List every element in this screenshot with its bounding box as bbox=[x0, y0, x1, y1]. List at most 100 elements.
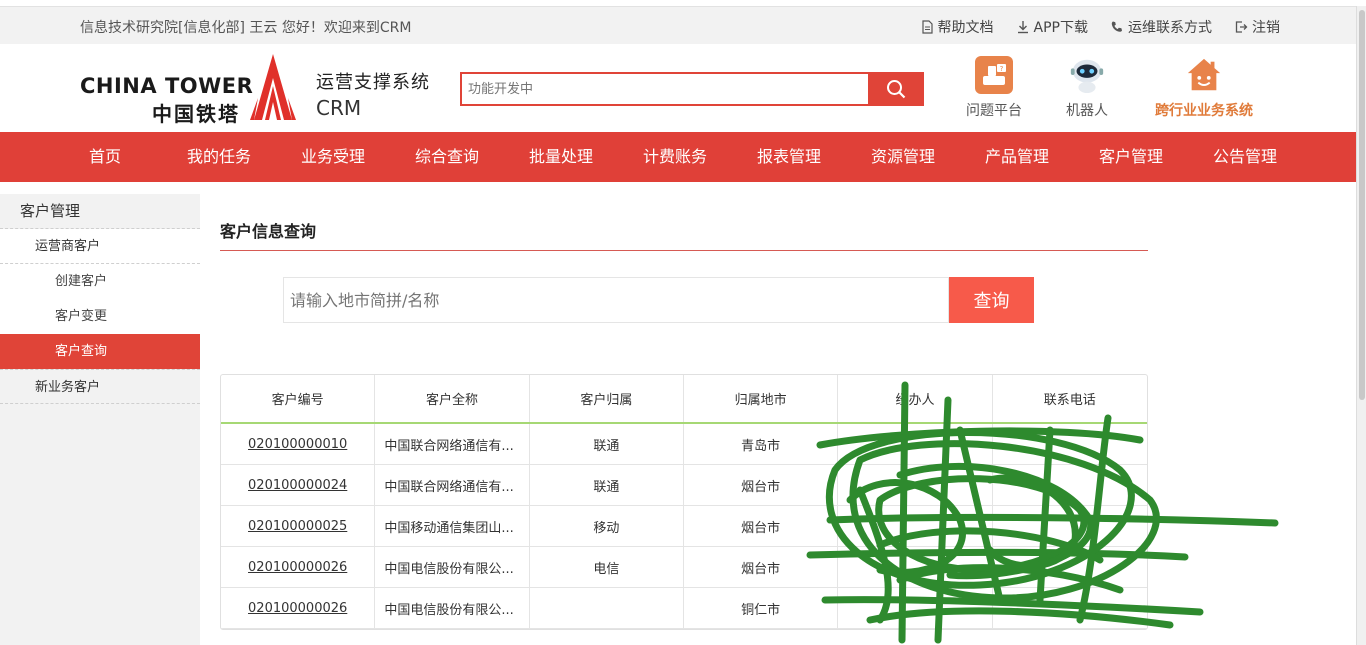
table-row: 020100000026 中国电信股份有限公... 电信 烟台市 bbox=[221, 547, 1147, 588]
nav-resources[interactable]: 资源管理 bbox=[846, 132, 960, 182]
customer-owner-cell bbox=[530, 588, 685, 628]
sidebar-item-create-customer[interactable]: 创建客户 bbox=[0, 264, 200, 299]
top-info-bar: 信息技术研究院[信息化部] 王云 您好！欢迎来到CRM 帮助文档 APP下载 运… bbox=[0, 6, 1356, 44]
document-icon bbox=[921, 20, 933, 34]
customer-id-link[interactable]: 020100000026 bbox=[248, 601, 347, 616]
header-phone: 联系电话 bbox=[1043, 393, 1096, 408]
nav-my-tasks[interactable]: 我的任务 bbox=[162, 132, 276, 182]
handler-cell bbox=[838, 588, 993, 628]
table-row: 020100000010 中国联合网络通信有... 联通 青岛市 bbox=[221, 424, 1147, 465]
customer-owner-cell: 联通 bbox=[530, 465, 685, 505]
phone-icon bbox=[1111, 21, 1122, 32]
customer-owner-cell: 联通 bbox=[530, 424, 685, 464]
sidebar-item-customer-query[interactable]: 客户查询 bbox=[0, 334, 200, 369]
city-cell: 青岛市 bbox=[684, 424, 839, 464]
china-tower-logo-icon bbox=[250, 54, 296, 120]
customer-id-cell: 020100000024 bbox=[221, 465, 376, 505]
scrollbar-thumb[interactable] bbox=[1359, 10, 1365, 400]
ops-contact-label: 运维联系方式 bbox=[1128, 20, 1212, 36]
cross-industry-link[interactable]: 跨行业业务系统 bbox=[1155, 56, 1253, 120]
search-icon bbox=[887, 80, 906, 99]
header-city: 归属地市 bbox=[684, 375, 839, 422]
function-search bbox=[460, 72, 924, 106]
customer-id-cell: 020100000010 bbox=[221, 424, 376, 464]
nav-business-acceptance[interactable]: 业务受理 bbox=[276, 132, 390, 182]
query-button[interactable]: 查询 bbox=[949, 277, 1034, 323]
logo-english: CHINA TOWER bbox=[80, 74, 254, 98]
customer-name-cell: 中国联合网络通信有... bbox=[375, 424, 530, 464]
customer-id-link[interactable]: 020100000025 bbox=[248, 519, 347, 534]
title-divider bbox=[220, 250, 1148, 251]
system-name: 运营支撑系统 bbox=[316, 72, 430, 93]
logout-link[interactable]: 注销 bbox=[1234, 17, 1280, 37]
logo-chinese: 中国铁塔 bbox=[152, 102, 240, 126]
handler-cell bbox=[838, 506, 993, 546]
nav-home[interactable]: 首页 bbox=[48, 132, 162, 182]
table-header: 客户编号 客户全称 客户归属 归属地市 经办人 联系电话 bbox=[221, 375, 1147, 424]
sidebar-item-customer-change[interactable]: 客户变更 bbox=[0, 299, 200, 334]
app-download-label: APP下载 bbox=[1033, 20, 1088, 36]
app-download-link[interactable]: APP下载 bbox=[1016, 17, 1088, 37]
ops-contact-link[interactable]: 运维联系方式 bbox=[1110, 17, 1212, 37]
nav-billing[interactable]: 计费账务 bbox=[618, 132, 732, 182]
function-search-input[interactable] bbox=[460, 72, 868, 106]
system-subtitle: CRM bbox=[316, 96, 362, 120]
logout-icon bbox=[1235, 21, 1248, 33]
vertical-scrollbar[interactable] bbox=[1356, 6, 1366, 645]
sidebar-title[interactable]: 客户管理 bbox=[0, 194, 200, 229]
nav-products[interactable]: 产品管理 bbox=[960, 132, 1074, 182]
phone-cell bbox=[993, 424, 1147, 464]
handler-cell bbox=[838, 465, 993, 505]
help-docs-link[interactable]: 帮助文档 bbox=[920, 17, 994, 37]
house-face-icon bbox=[1185, 56, 1223, 94]
phone-cell bbox=[993, 465, 1147, 505]
city-cell: 烟台市 bbox=[684, 506, 839, 546]
city-cell: 烟台市 bbox=[684, 547, 839, 587]
issue-platform-link[interactable]: ? 问题平台 bbox=[966, 56, 1022, 120]
robot-label: 机器人 bbox=[1066, 103, 1108, 119]
customer-id-link[interactable]: 020100000010 bbox=[248, 437, 347, 452]
nav-batch-processing[interactable]: 批量处理 bbox=[504, 132, 618, 182]
city-cell: 烟台市 bbox=[684, 465, 839, 505]
header-handler: 经办人 bbox=[838, 375, 993, 422]
issue-platform-label: 问题平台 bbox=[966, 103, 1022, 119]
header-customer-owner: 客户归属 bbox=[530, 375, 684, 422]
help-docs-label: 帮助文档 bbox=[937, 20, 994, 36]
customer-id-link[interactable]: 020100000024 bbox=[248, 478, 347, 493]
nav-customers[interactable]: 客户管理 bbox=[1074, 132, 1188, 182]
function-search-button[interactable] bbox=[868, 72, 924, 106]
customer-id-cell: 020100000025 bbox=[221, 506, 376, 546]
header-customer-name: 客户全称 bbox=[375, 375, 530, 422]
customer-id-cell: 020100000026 bbox=[221, 547, 376, 587]
customer-id-link[interactable]: 020100000026 bbox=[248, 560, 347, 575]
page-title: 客户信息查询 bbox=[220, 222, 317, 241]
customer-owner-cell: 移动 bbox=[530, 506, 685, 546]
phone-cell bbox=[993, 506, 1147, 546]
logout-label: 注销 bbox=[1252, 20, 1280, 36]
table-row: 020100000024 中国联合网络通信有... 联通 烟台市 bbox=[221, 465, 1147, 506]
crm-page: 信息技术研究院[信息化部] 王云 您好！欢迎来到CRM 帮助文档 APP下载 运… bbox=[0, 0, 1366, 645]
customer-id-cell: 020100000026 bbox=[221, 588, 376, 628]
nav-reports[interactable]: 报表管理 bbox=[732, 132, 846, 182]
robot-link[interactable]: 机器人 bbox=[1066, 56, 1108, 120]
cross-industry-label: 跨行业业务系统 bbox=[1155, 103, 1253, 119]
sidebar-group-new-business-customers[interactable]: 新业务客户 bbox=[0, 369, 200, 404]
sidebar-group-carrier-customers[interactable]: 运营商客户 bbox=[0, 229, 200, 264]
handler-cell bbox=[838, 424, 993, 464]
customer-name-cell: 中国移动通信集团山... bbox=[375, 506, 530, 546]
nav-announcements[interactable]: 公告管理 bbox=[1188, 132, 1302, 182]
handler-cell bbox=[838, 547, 993, 587]
robot-icon bbox=[1068, 56, 1106, 94]
table-row: 020100000026 中国电信股份有限公... 铜仁市 bbox=[221, 588, 1147, 629]
top-links: 帮助文档 APP下载 运维联系方式 注销 bbox=[920, 17, 1280, 37]
customer-name-cell: 中国电信股份有限公... bbox=[375, 588, 530, 628]
download-icon bbox=[1017, 21, 1028, 34]
issue-platform-icon: ? bbox=[975, 56, 1013, 94]
table-row: 020100000025 中国移动通信集团山... 移动 烟台市 bbox=[221, 506, 1147, 547]
nav-general-query[interactable]: 综合查询 bbox=[390, 132, 504, 182]
welcome-text: 信息技术研究院[信息化部] 王云 您好！欢迎来到CRM bbox=[80, 20, 412, 36]
customer-name-cell: 中国电信股份有限公... bbox=[375, 547, 530, 587]
customer-search-input[interactable] bbox=[283, 277, 949, 323]
customer-name-cell: 中国联合网络通信有... bbox=[375, 465, 530, 505]
customer-search: 查询 bbox=[283, 277, 1034, 323]
